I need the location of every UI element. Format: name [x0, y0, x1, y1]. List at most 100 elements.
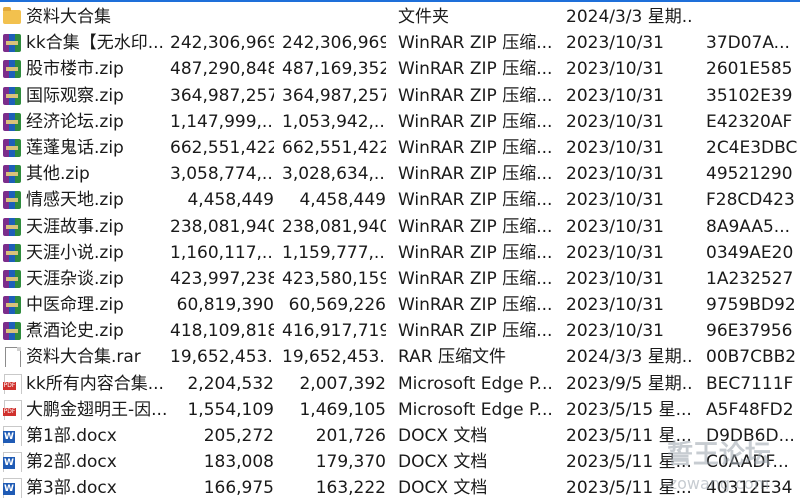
file-name: 煮酒论史.zip: [26, 321, 124, 342]
zip-archive-icon: [2, 243, 22, 263]
file-size: 242,306,969: [170, 33, 274, 54]
file-type: DOCX 文档: [398, 452, 488, 473]
zip-archive-icon: [2, 164, 22, 184]
zip-archive-icon: [2, 112, 22, 132]
docx-file-icon: W: [2, 452, 22, 473]
file-name: 中医命理.zip: [26, 295, 124, 316]
file-type: WinRAR ZIP 压缩...: [398, 85, 553, 106]
modified-date: 2024/3/3 星期...: [566, 7, 692, 27]
packed-size: 364,987,257: [282, 85, 386, 106]
file-type: WinRAR ZIP 压缩...: [398, 137, 553, 158]
file-row[interactable]: 资料大合集.rar 19,652,453... 19,652,453... RAR 压…: [0, 344, 800, 370]
docx-file-icon: W: [2, 426, 22, 446]
modified-date: 2023/10/31: [566, 164, 664, 185]
file-name: 天涯杂谈.zip: [26, 268, 124, 289]
zip-archive-icon: [2, 269, 22, 289]
modified-date: 2023/10/31: [566, 242, 664, 263]
file-type: WinRAR ZIP 压缩...: [398, 242, 553, 263]
rar-file-icon: [2, 347, 22, 368]
file-size: 238,081,940: [170, 216, 274, 237]
file-type: WinRAR ZIP 压缩...: [398, 59, 553, 80]
packed-size: 3,028,634,...: [282, 164, 386, 185]
modified-date: 2023/10/31: [566, 33, 664, 54]
packed-size: 19,652,453...: [282, 347, 386, 368]
file-name: 第1部.docx: [26, 426, 117, 446]
file-row[interactable]: PDF 大鹏金翅明王-因... 1,554,109 1,469,105 Microsof…: [0, 397, 800, 423]
file-type: DOCX 文档: [398, 426, 488, 446]
file-name: 天涯小说.zip: [26, 242, 124, 263]
packed-size: 163,222: [315, 478, 386, 499]
packed-size: 60,569,226: [288, 295, 386, 316]
modified-date: 2023/10/31: [566, 295, 664, 316]
file-name: 第2部.docx: [26, 452, 117, 473]
file-type: Microsoft Edge P...: [398, 399, 553, 420]
file-row[interactable]: W 第2部.docx 183,008 179,370 DOCX 文档 2023/5/11 …: [0, 449, 800, 475]
file-size: 418,109,818: [170, 321, 274, 342]
crc32: 49521290: [706, 164, 793, 185]
crc32: 8A9AA5...: [706, 216, 791, 237]
file-row[interactable]: 其他.zip 3,058,774,... 3,028,634,... WinRAR Z…: [0, 161, 800, 187]
file-name: 其他.zip: [26, 164, 90, 185]
top-border: [0, 0, 800, 2]
packed-size: 662,551,422: [282, 137, 386, 158]
file-size: 19,652,453...: [170, 347, 274, 368]
file-row[interactable]: PDF kk所有内容合集... 2,204,532 2,007,392 Microsof…: [0, 371, 800, 397]
zip-archive-icon: [2, 86, 22, 106]
packed-size: 242,306,969: [282, 33, 386, 54]
file-row[interactable]: 股市楼市.zip 487,290,848 487,169,352 WinRAR ZIP…: [0, 56, 800, 82]
crc32: A5F48FD2: [706, 399, 794, 420]
file-row[interactable]: 莲蓬鬼话.zip 662,551,422 662,551,422 WinRAR ZIP…: [0, 135, 800, 161]
file-row[interactable]: 中医命理.zip 60,819,390 60,569,226 WinRAR ZIP 压…: [0, 292, 800, 318]
modified-date: 2023/10/31: [566, 85, 664, 106]
file-size: 1,160,117,...: [170, 242, 274, 263]
modified-date: 2023/10/31: [566, 216, 664, 237]
file-row[interactable]: 情感天地.zip 4,458,449 4,458,449 WinRAR ZIP 压缩.…: [0, 187, 800, 213]
crc32: 40312E34: [706, 478, 793, 499]
modified-date: 2024/3/3 星期...: [566, 347, 692, 368]
file-size: 166,975: [203, 478, 274, 499]
zip-archive-icon: [2, 295, 22, 315]
file-name: kk合集【无水印...: [26, 33, 164, 54]
crc32: D9DB6D...: [706, 426, 795, 446]
file-row[interactable]: 煮酒论史.zip 418,109,818 416,917,719 WinRAR ZIP…: [0, 318, 800, 344]
crc32: C0AADF...: [706, 452, 789, 473]
file-size: 2,204,532: [187, 373, 274, 394]
file-row[interactable]: W 第1部.docx 205,272 201,726 DOCX 文档 2023/5/11 …: [0, 423, 800, 449]
modified-date: 2023/5/11 星...: [566, 478, 692, 499]
file-row[interactable]: 天涯故事.zip 238,081,940 238,081,940 WinRAR ZIP…: [0, 214, 800, 240]
file-name: 资料大合集.rar: [26, 347, 141, 368]
pdf-file-icon: PDF: [2, 399, 22, 420]
packed-size: 4,458,449: [299, 190, 386, 211]
file-row[interactable]: 国际观察.zip 364,987,257 364,987,257 WinRAR ZIP…: [0, 83, 800, 109]
modified-date: 2023/5/11 星...: [566, 426, 692, 446]
file-name: 莲蓬鬼话.zip: [26, 137, 124, 158]
zip-archive-icon: [2, 59, 22, 79]
packed-size: 1,159,777,...: [282, 242, 386, 263]
zip-archive-icon: [2, 190, 22, 210]
modified-date: 2023/5/11 星...: [566, 452, 692, 473]
pdf-file-icon: PDF: [2, 373, 22, 394]
zip-archive-icon: [2, 321, 22, 341]
file-row[interactable]: 天涯小说.zip 1,160,117,... 1,159,777,... WinRAR…: [0, 240, 800, 266]
file-size: 364,987,257: [170, 85, 274, 106]
packed-size: 238,081,940: [282, 216, 386, 237]
crc32: 2C4E3DBC: [706, 137, 798, 158]
file-type: WinRAR ZIP 压缩...: [398, 216, 553, 237]
file-row[interactable]: 资料大合集 文件夹 2024/3/3 星期...: [0, 4, 800, 30]
zip-archive-icon: [2, 217, 22, 237]
file-type: WinRAR ZIP 压缩...: [398, 295, 553, 316]
file-row[interactable]: kk合集【无水印... 242,306,969 242,306,969 WinRAR …: [0, 30, 800, 56]
crc32: 00B7CBB2: [706, 347, 797, 368]
file-type: WinRAR ZIP 压缩...: [398, 164, 553, 185]
file-name: 天涯故事.zip: [26, 216, 124, 237]
file-name: 股市楼市.zip: [26, 59, 124, 80]
file-type: Microsoft Edge P...: [398, 373, 553, 394]
file-name: 资料大合集: [26, 7, 111, 27]
file-name: kk所有内容合集...: [26, 373, 164, 394]
file-row[interactable]: 经济论坛.zip 1,147,999,... 1,053,942,... WinRAR…: [0, 109, 800, 135]
crc32: 9759BD92: [706, 295, 796, 316]
crc32: 0349AE20: [706, 242, 794, 263]
file-row[interactable]: 天涯杂谈.zip 423,997,238 423,580,159 WinRAR ZIP…: [0, 266, 800, 292]
file-row[interactable]: W 第3部.docx 166,975 163,222 DOCX 文档 2023/5/11 …: [0, 475, 800, 501]
crc32: 37D07A...: [706, 33, 790, 54]
